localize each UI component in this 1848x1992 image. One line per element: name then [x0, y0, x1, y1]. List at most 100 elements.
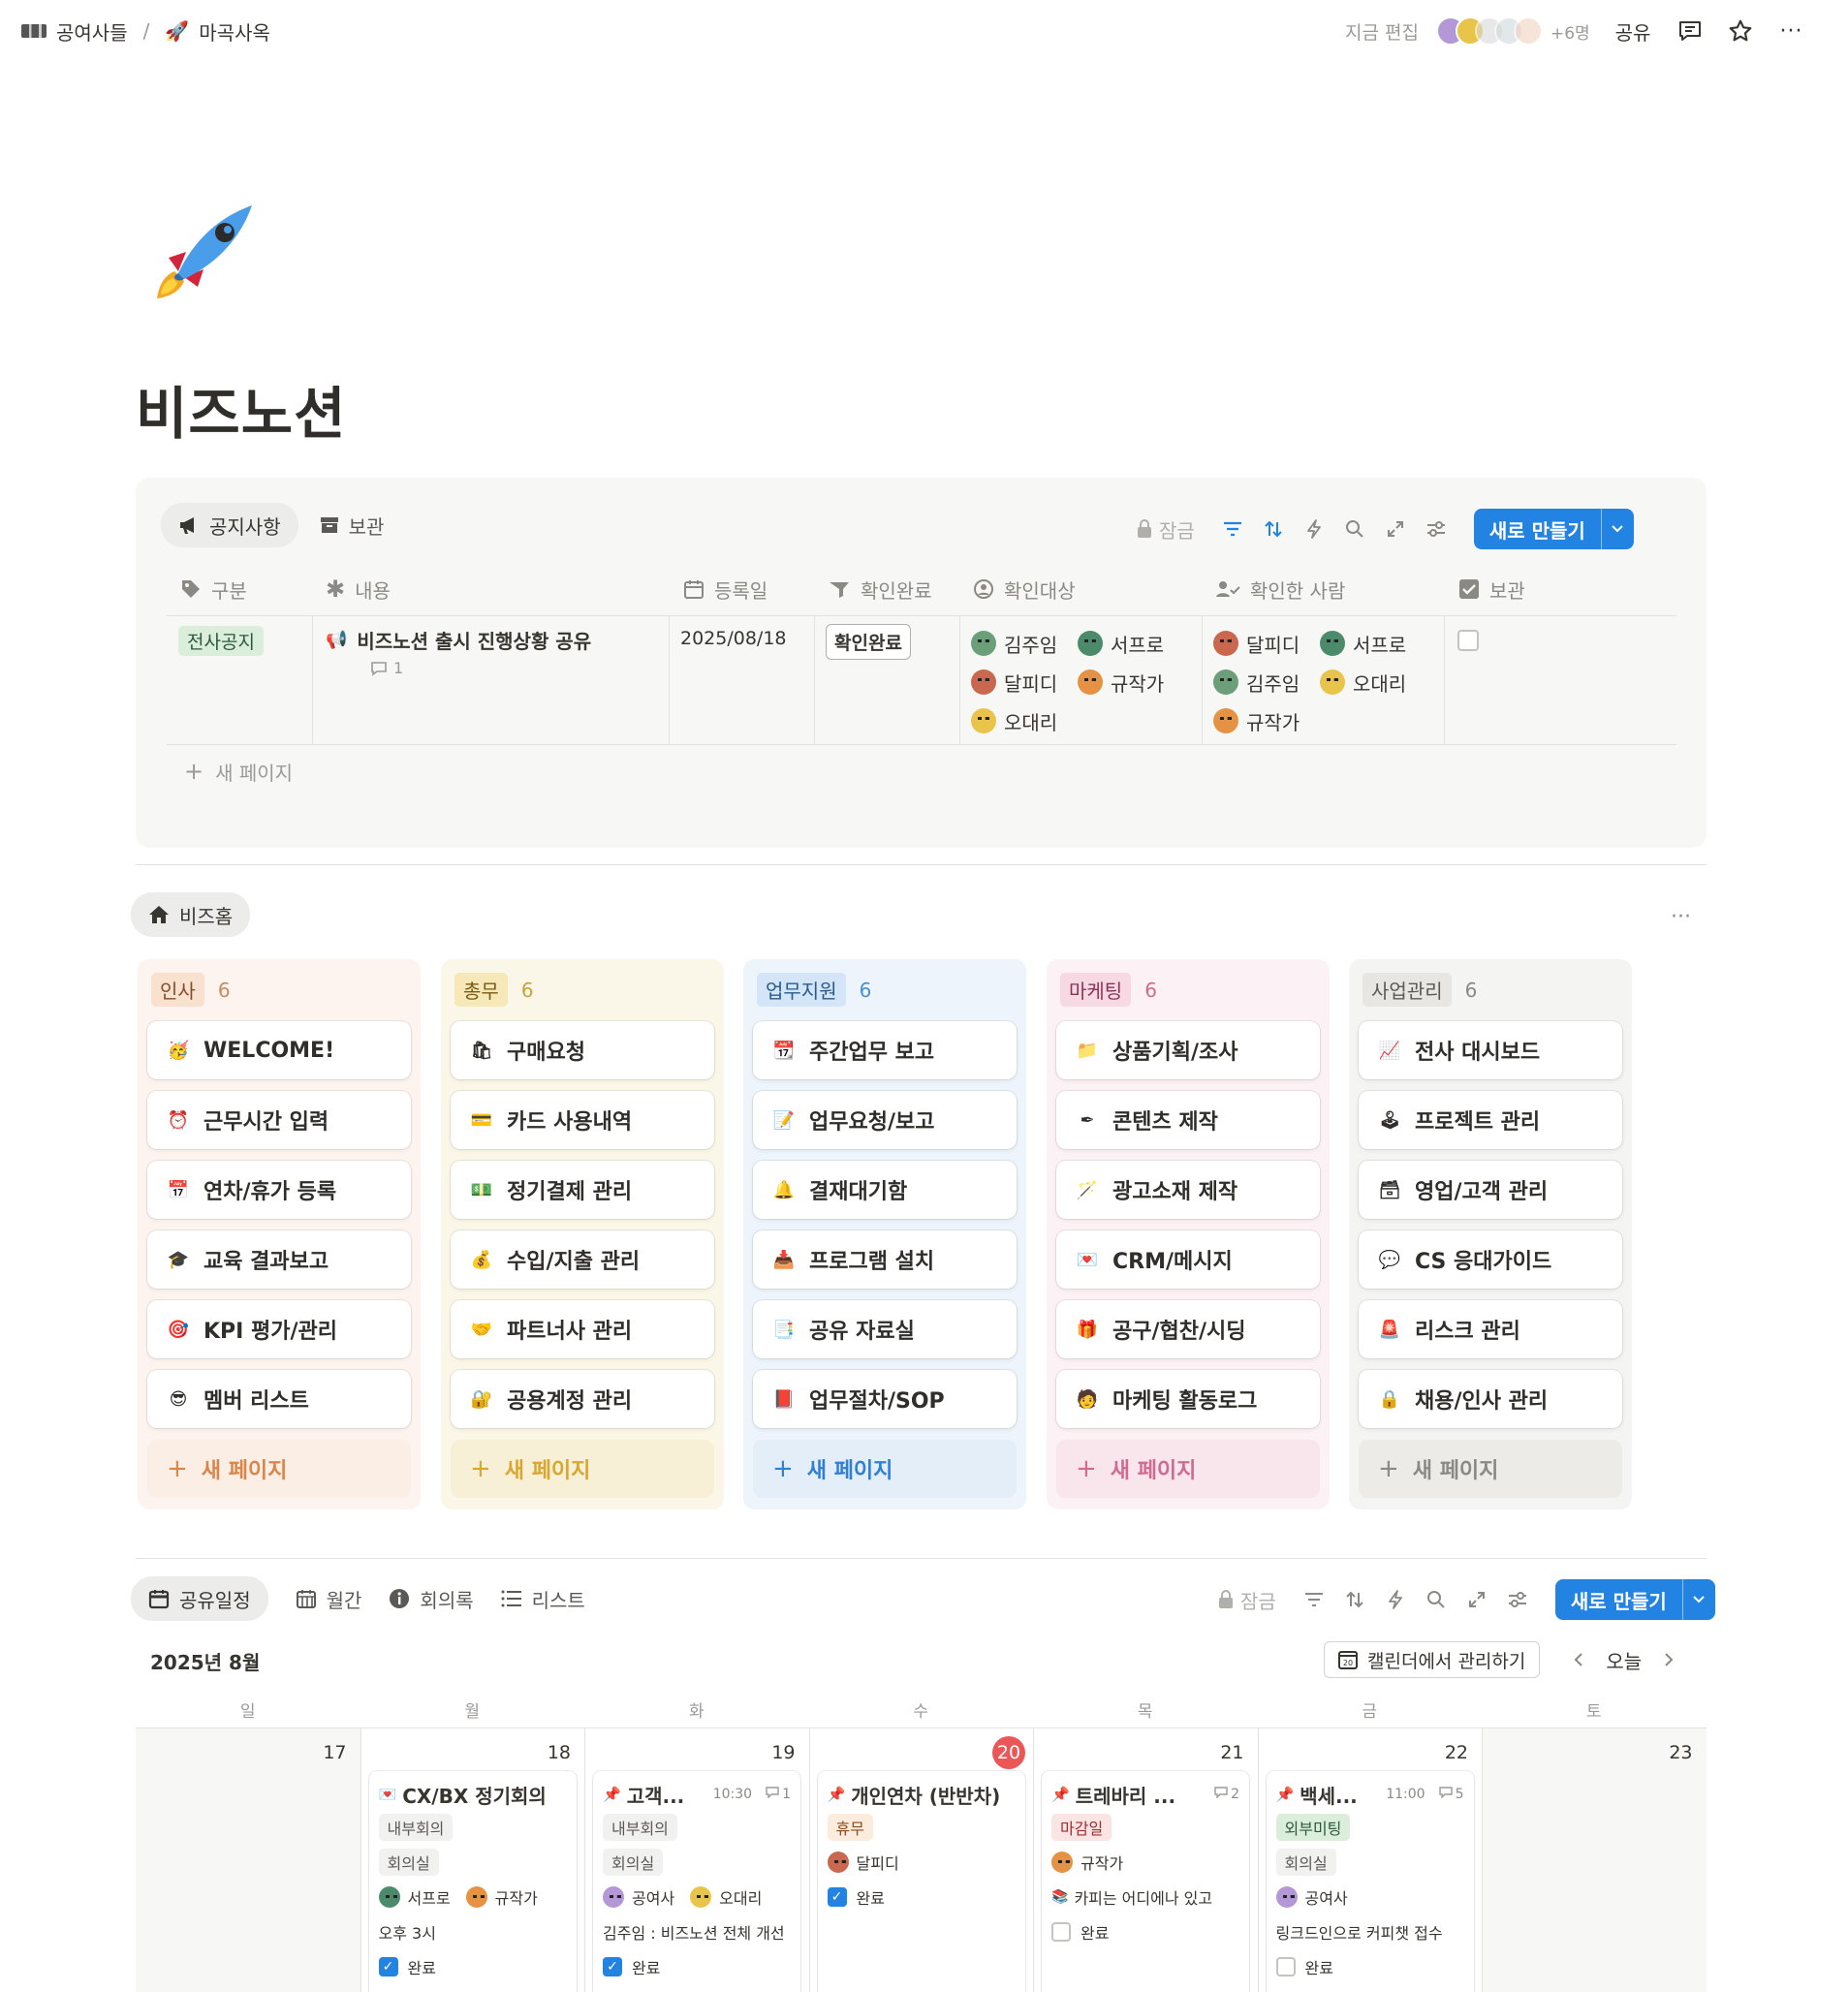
- calendar-event-card[interactable]: 💌 CX/BX 정기회의 내부회의 회의실 서프로 규작가 오후 3시 ✓ 완료: [368, 1771, 577, 1992]
- chevron-down-icon[interactable]: [1681, 1579, 1715, 1620]
- kanban-card[interactable]: 📑 공유 자료실: [753, 1300, 1017, 1358]
- kanban-card[interactable]: 🎁 공구/협찬/시딩: [1056, 1300, 1320, 1358]
- kanban-card[interactable]: ⏰ 근무시간 입력: [147, 1091, 411, 1149]
- search-icon[interactable]: [1416, 1579, 1456, 1620]
- kanban-card[interactable]: 💬 CS 응대가이드: [1359, 1230, 1622, 1289]
- kanban-new-page-button[interactable]: + 새 페이지: [451, 1440, 714, 1498]
- person-chip[interactable]: 김주임: [971, 624, 1057, 663]
- person-chip[interactable]: 오대리: [971, 701, 1057, 740]
- new-button[interactable]: 새로 만들기: [1554, 1579, 1715, 1620]
- kanban-card[interactable]: 📁 상품기획/조사: [1056, 1021, 1320, 1079]
- kanban-card[interactable]: 💳 카드 사용내역: [451, 1091, 714, 1149]
- manage-in-calendar-button[interactable]: 20 캘린더에서 관리하기: [1324, 1641, 1541, 1678]
- expand-icon[interactable]: [1456, 1579, 1497, 1620]
- lock-button[interactable]: 잠금: [1136, 515, 1195, 544]
- automation-icon[interactable]: [1375, 1579, 1416, 1620]
- star-icon[interactable]: [1726, 16, 1755, 46]
- kanban-card[interactable]: 🤝 파트너사 관리: [451, 1300, 714, 1358]
- calendar-day-cell[interactable]: 20 📌 개인연차 (반반차) 휴무 달피디 ✓ 완료: [808, 1728, 1033, 1992]
- kanban-card[interactable]: 😎 멤버 리스트: [147, 1370, 411, 1428]
- kanban-card[interactable]: 🔒 채용/인사 관리: [1359, 1370, 1622, 1428]
- column-header-confirmed[interactable]: 확인완료: [828, 572, 932, 607]
- column-header-category[interactable]: 구분: [180, 572, 247, 607]
- column-header-archive[interactable]: 보관: [1458, 572, 1525, 607]
- tab-bizhome[interactable]: 비즈홈: [131, 892, 251, 937]
- tab-archive[interactable]: 보관: [320, 512, 384, 540]
- calendar-event-card[interactable]: 📌 트레바리 ... 2 마감일 규작가 📚 카피는 어디에나 있고 완료: [1042, 1771, 1249, 1992]
- new-page-button[interactable]: + 새 페이지: [184, 756, 293, 787]
- kanban-column-header[interactable]: 마케팅 6: [1060, 973, 1157, 1007]
- tab-shared-schedule[interactable]: 공유일정: [131, 1576, 268, 1621]
- person-chip[interactable]: 규작가: [1213, 701, 1300, 740]
- sort-icon[interactable]: [1253, 509, 1294, 549]
- kanban-card[interactable]: 🚨 리스크 관리: [1359, 1300, 1622, 1358]
- kanban-card[interactable]: 📆 주간업무 보고: [753, 1021, 1017, 1079]
- expand-icon[interactable]: [1375, 509, 1416, 549]
- column-header-targets[interactable]: 확인대상: [973, 572, 1076, 607]
- status-checkbox[interactable]: [1275, 1957, 1296, 1976]
- chevron-left-icon[interactable]: [1565, 1641, 1592, 1678]
- kanban-new-page-button[interactable]: + 새 페이지: [147, 1440, 411, 1498]
- status-checkbox[interactable]: ✓: [378, 1957, 398, 1976]
- kanban-card[interactable]: 💌 CRM/메시지: [1056, 1230, 1320, 1289]
- calendar-day-cell[interactable]: 23: [1482, 1728, 1707, 1992]
- kanban-card[interactable]: 🪄 광고소재 제작: [1056, 1161, 1320, 1219]
- more-options-icon[interactable]: ···: [1776, 16, 1805, 46]
- notice-title[interactable]: 비즈노션 출시 진행상황 공유: [357, 626, 591, 654]
- kanban-card[interactable]: 🎓 교육 결과보고: [147, 1230, 411, 1289]
- tab-monthly[interactable]: 월간: [296, 1585, 361, 1613]
- settings-icon[interactable]: [1497, 1579, 1538, 1620]
- search-icon[interactable]: [1334, 509, 1375, 549]
- new-button[interactable]: 새로 만들기: [1473, 509, 1634, 549]
- person-chip[interactable]: 서프로: [1078, 624, 1164, 663]
- filter-icon[interactable]: [1294, 1579, 1334, 1620]
- settings-icon[interactable]: [1416, 509, 1456, 549]
- more-options-icon[interactable]: ···: [1671, 905, 1691, 929]
- calendar-event-card[interactable]: 📌 백세... 11:00 5 외부미팅 회의실 공여사 링크드인으로 커피챗 접수 완료: [1266, 1771, 1474, 1992]
- person-chip[interactable]: 달피디: [971, 663, 1057, 701]
- kanban-card[interactable]: 🕹 프로젝트 관리: [1359, 1091, 1622, 1149]
- kanban-card[interactable]: 🎯 KPI 평가/관리: [147, 1300, 411, 1358]
- kanban-card[interactable]: 💰 수입/지출 관리: [451, 1230, 714, 1289]
- lock-button[interactable]: 잠금: [1217, 1586, 1276, 1614]
- kanban-card[interactable]: 🗃 영업/고객 관리: [1359, 1161, 1622, 1219]
- column-header-date[interactable]: 등록일: [683, 572, 767, 607]
- tab-minutes[interactable]: 회의록: [389, 1585, 474, 1613]
- calendar-day-cell[interactable]: 22 📌 백세... 11:00 5 외부미팅 회의실 공여사 링크드인으로 커피챗 접수 완료: [1257, 1728, 1482, 1992]
- column-header-confirmers[interactable]: 확인한 사람: [1215, 572, 1345, 607]
- kanban-card[interactable]: 📥 프로그램 설치: [753, 1230, 1017, 1289]
- kanban-card[interactable]: 🧑 마케팅 활동로그: [1056, 1370, 1320, 1428]
- calendar-day-cell[interactable]: 21 📌 트레바리 ... 2 마감일 규작가 📚 카피는 어디에나 있고 완료: [1033, 1728, 1258, 1992]
- kanban-card[interactable]: 📅 연차/휴가 등록: [147, 1161, 411, 1219]
- automation-icon[interactable]: [1294, 509, 1334, 549]
- more-collaborators-count[interactable]: +6명: [1550, 19, 1590, 44]
- chevron-down-icon[interactable]: [1600, 509, 1634, 549]
- kanban-card[interactable]: 💵 정기결제 관리: [451, 1161, 714, 1219]
- calendar-day-cell[interactable]: 17: [136, 1728, 360, 1992]
- tab-list[interactable]: 리스트: [501, 1585, 585, 1613]
- kanban-column-header[interactable]: 사업관리 6: [1363, 973, 1477, 1007]
- collaborator-avatars[interactable]: [1435, 16, 1543, 46]
- kanban-card[interactable]: ✒ 콘텐츠 제작: [1056, 1091, 1320, 1149]
- person-chip[interactable]: 오대리: [1320, 663, 1406, 701]
- calendar-event-card[interactable]: 📌 고객... 10:30 1 내부회의 회의실 공여사 오대리 김주임 : 비즈노션 전체 개…: [593, 1771, 800, 1992]
- page-icon[interactable]: [140, 200, 256, 316]
- kanban-card[interactable]: 🛍 구매요청: [451, 1021, 714, 1079]
- kanban-new-page-button[interactable]: + 새 페이지: [1359, 1440, 1622, 1498]
- kanban-card[interactable]: 🔔 결재대기함: [753, 1161, 1017, 1219]
- breadcrumb-page[interactable]: 마곡사옥: [199, 17, 270, 46]
- share-button[interactable]: 공유: [1615, 17, 1651, 46]
- status-checkbox[interactable]: [1051, 1922, 1071, 1942]
- kanban-card[interactable]: 📕 업무절차/SOP: [753, 1370, 1017, 1428]
- kanban-column-header[interactable]: 업무지원 6: [757, 973, 871, 1007]
- kanban-card[interactable]: 🔐 공용계정 관리: [451, 1370, 714, 1428]
- filter-icon[interactable]: [1212, 509, 1253, 549]
- kanban-new-page-button[interactable]: + 새 페이지: [1056, 1440, 1320, 1498]
- status-checkbox[interactable]: ✓: [827, 1887, 847, 1907]
- today-button[interactable]: 오늘: [1606, 1646, 1642, 1674]
- calendar-day-cell[interactable]: 19 📌 고객... 10:30 1 내부회의 회의실 공여사 오대리 김주임 : 비즈노션 전체…: [584, 1728, 809, 1992]
- sort-icon[interactable]: [1334, 1579, 1375, 1620]
- person-chip[interactable]: 김주임: [1213, 663, 1300, 701]
- chevron-right-icon[interactable]: [1655, 1641, 1682, 1678]
- person-chip[interactable]: 달피디: [1213, 624, 1300, 663]
